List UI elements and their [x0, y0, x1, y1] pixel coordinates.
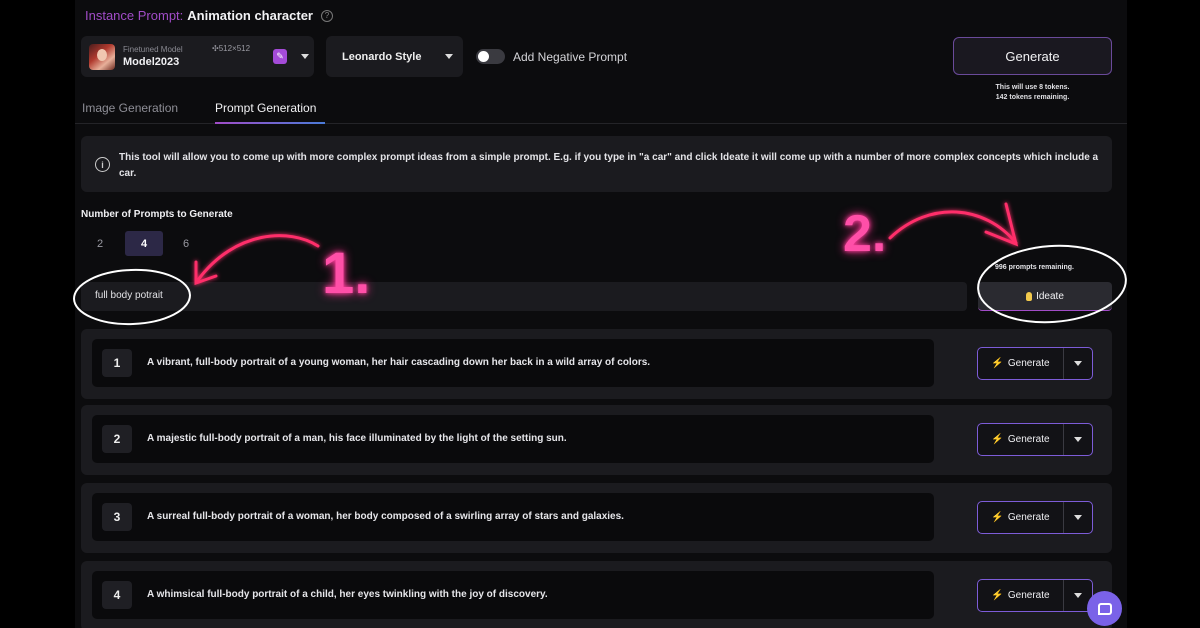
num-prompts-label: Number of Prompts to Generate	[81, 209, 233, 220]
generate-button[interactable]: Generate	[953, 37, 1112, 75]
result-generate-button[interactable]: ⚡ Generate	[977, 423, 1093, 456]
result-generate-dropdown[interactable]	[1064, 348, 1092, 379]
lightbulb-icon	[1026, 291, 1033, 301]
result-prompt[interactable]: 2 A majestic full-body portrait of a man…	[92, 415, 934, 463]
model-selector[interactable]: Finetuned Model Model2023 ✣512×512 ✎	[81, 36, 314, 77]
tab-image-generation[interactable]: Image Generation	[82, 101, 178, 115]
ideate-label: Ideate	[1036, 290, 1064, 302]
chat-icon	[1097, 602, 1112, 615]
result-generate-label: Generate	[1007, 358, 1050, 369]
style-select[interactable]: Leonardo Style	[326, 36, 463, 77]
model-avatar	[89, 43, 115, 70]
chat-support-button[interactable]	[1087, 591, 1122, 626]
style-select-value: Leonardo Style	[342, 50, 422, 63]
result-generate-button[interactable]: ⚡ Generate	[977, 347, 1093, 380]
result-card: 3 A surreal full-body portrait of a woma…	[81, 483, 1112, 553]
result-generate-main[interactable]: ⚡ Generate	[978, 502, 1064, 533]
result-text: A vibrant, full-body portrait of a young…	[147, 357, 651, 368]
instance-prompt-value: Animation character	[187, 8, 313, 23]
num-option-6[interactable]: 6	[167, 231, 205, 256]
model-size: ✣512×512	[212, 44, 251, 53]
active-tab-indicator	[215, 122, 325, 124]
tab-prompt-generation[interactable]: Prompt Generation	[215, 101, 316, 115]
app-panel: Instance Prompt: Animation character ? F…	[75, 0, 1127, 628]
instance-prompt: Instance Prompt: Animation character ?	[85, 8, 333, 23]
result-card: 1 A vibrant, full-body portrait of a you…	[81, 329, 1112, 399]
chevron-down-icon	[1074, 361, 1082, 366]
result-generate-button[interactable]: ⚡ Generate	[977, 579, 1093, 612]
num-option-2[interactable]: 2	[81, 231, 119, 256]
model-name: Model2023	[123, 56, 180, 68]
result-generate-label: Generate	[1007, 434, 1050, 445]
ideate-button[interactable]: Ideate	[978, 282, 1112, 311]
info-text: This tool will allow you to come up with…	[119, 152, 1099, 179]
result-prompt[interactable]: 3 A surreal full-body portrait of a woma…	[92, 493, 934, 541]
info-box: i This tool will allow you to come up wi…	[81, 136, 1112, 192]
num-option-4[interactable]: 4	[125, 231, 163, 256]
result-generate-button[interactable]: ⚡ Generate	[977, 501, 1093, 534]
result-generate-dropdown[interactable]	[1064, 424, 1092, 455]
result-generate-label: Generate	[1007, 512, 1050, 523]
prompt-input[interactable]: full body potrait	[81, 282, 967, 311]
toggle-switch[interactable]	[476, 49, 505, 64]
result-card: 2 A majestic full-body portrait of a man…	[81, 405, 1112, 475]
model-text: Finetuned Model Model2023	[123, 45, 183, 68]
result-text: A surreal full-body portrait of a woman,…	[147, 511, 624, 522]
model-caption: Finetuned Model	[123, 45, 183, 54]
result-number: 1	[102, 349, 132, 377]
result-number: 3	[102, 503, 132, 531]
token-usage: This will use 8 tokens.	[995, 84, 1070, 91]
lightning-icon: ⚡	[991, 512, 1004, 523]
lightning-icon: ⚡	[991, 358, 1004, 369]
result-prompt[interactable]: 4 A whimsical full-body portrait of a ch…	[92, 571, 934, 619]
lightning-icon: ⚡	[991, 590, 1004, 601]
result-number: 2	[102, 425, 132, 453]
chevron-down-icon[interactable]	[301, 54, 309, 59]
help-icon[interactable]: ?	[320, 9, 333, 22]
result-prompt[interactable]: 1 A vibrant, full-body portrait of a you…	[92, 339, 934, 387]
negative-prompt-toggle[interactable]: Add Negative Prompt	[476, 49, 627, 64]
lightning-icon: ⚡	[991, 434, 1004, 445]
result-generate-main[interactable]: ⚡ Generate	[978, 580, 1064, 611]
chevron-down-icon	[445, 54, 453, 59]
edit-icon[interactable]: ✎	[273, 49, 287, 64]
instance-prompt-label: Instance Prompt:	[85, 8, 184, 23]
prompts-remaining: 996 prompts remaining.	[995, 264, 1074, 271]
result-text: A whimsical full-body portrait of a chil…	[147, 589, 548, 600]
annotation-step-2: 2.	[843, 205, 887, 263]
result-text: A majestic full-body portrait of a man, …	[147, 433, 567, 444]
result-number: 4	[102, 581, 132, 609]
result-card: 4 A whimsical full-body portrait of a ch…	[81, 561, 1112, 628]
result-generate-main[interactable]: ⚡ Generate	[978, 424, 1064, 455]
result-generate-label: Generate	[1007, 590, 1050, 601]
chevron-down-icon	[1074, 515, 1082, 520]
chevron-down-icon	[1074, 593, 1082, 598]
result-generate-dropdown[interactable]	[1064, 502, 1092, 533]
result-generate-main[interactable]: ⚡ Generate	[978, 348, 1064, 379]
tab-bar: Image Generation Prompt Generation	[75, 99, 1127, 124]
annotation-step-1: 1.	[322, 241, 371, 306]
info-icon: i	[95, 157, 110, 172]
chevron-down-icon	[1074, 437, 1082, 442]
negative-prompt-label: Add Negative Prompt	[513, 49, 628, 64]
